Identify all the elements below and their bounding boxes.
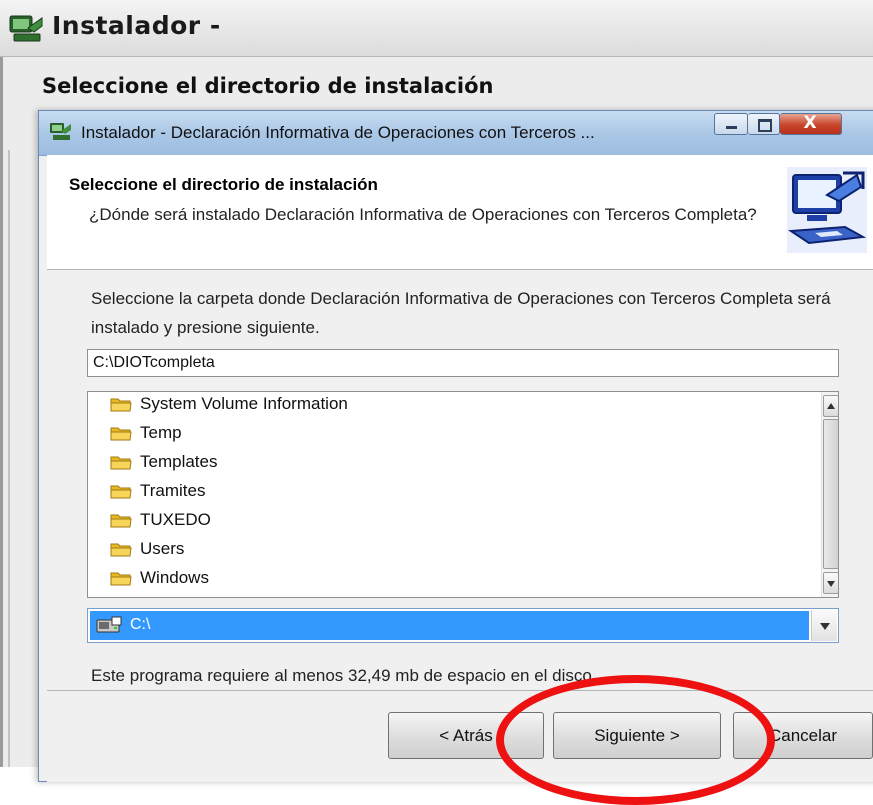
instruction-text: Seleccione la carpeta donde Declaración … — [91, 289, 831, 337]
scroll-up-button[interactable] — [823, 395, 838, 417]
header-title: Seleccione el directorio de instalación — [69, 175, 378, 194]
dialog-titlebar[interactable]: Instalador - Declaración Informativa de … — [39, 111, 873, 156]
folder-item[interactable]: Temp — [110, 418, 182, 447]
folder-icon — [110, 543, 132, 556]
folder-label: Windows — [140, 567, 209, 587]
folder-icon — [110, 572, 132, 585]
back-window-heading: Seleccione el directorio de instalación — [42, 74, 494, 98]
back-window-title: Instalador - — [52, 11, 221, 40]
chevron-down-icon — [820, 623, 830, 630]
folder-label: Users — [140, 538, 185, 558]
installer-app-icon — [50, 123, 71, 140]
back-window-titlebar: Instalador - — [0, 0, 873, 57]
header-subtitle: ¿Dónde será instalado Declaración Inform… — [89, 205, 757, 224]
next-button[interactable]: Siguiente > — [553, 712, 721, 759]
folder-tree-scrollbar[interactable] — [821, 392, 838, 597]
scroll-down-button[interactable] — [823, 572, 838, 594]
dialog-title: Instalador - Declaración Informativa de … — [81, 123, 595, 142]
cancel-button[interactable]: Cancelar — [733, 712, 873, 759]
wizard-footer: < Atrás Siguiente > Cancelar — [47, 690, 873, 782]
minimize-button[interactable] — [714, 113, 748, 135]
wizard-header: Seleccione el directorio de instalación … — [47, 155, 873, 270]
drive-icon — [96, 616, 122, 633]
folder-label: Temp — [140, 422, 182, 442]
drive-select[interactable]: C:\ — [87, 608, 839, 643]
scrollbar-thumb[interactable] — [823, 419, 838, 569]
folder-icon — [110, 485, 132, 498]
scroll-up-arrow-icon — [827, 403, 835, 409]
folder-icon — [110, 398, 132, 411]
drive-dropdown-button[interactable] — [811, 610, 837, 641]
disk-space-note: Este programa requiere al menos 32,49 mb… — [91, 666, 597, 685]
folder-item[interactable]: Windows — [110, 563, 209, 592]
installer-dialog: Instalador - Declaración Informativa de … — [38, 110, 873, 782]
folder-tree[interactable]: System Volume Information Temp Templates… — [87, 391, 839, 598]
close-icon: X — [803, 113, 817, 133]
folder-item[interactable]: System Volume Information — [110, 392, 348, 418]
maximize-icon — [758, 119, 772, 132]
close-button[interactable]: X — [780, 113, 842, 135]
back-button[interactable]: < Atrás — [388, 712, 544, 759]
folder-item[interactable]: Users — [110, 534, 184, 563]
installer-app-icon — [9, 15, 43, 42]
folder-label: Tramites — [140, 480, 206, 500]
folder-item[interactable]: Templates — [110, 447, 217, 476]
folder-label: System Volume Information — [140, 393, 348, 413]
folder-label: TUXEDO — [140, 509, 211, 529]
minimize-icon — [726, 126, 737, 129]
install-path-input[interactable] — [87, 349, 839, 377]
folder-item[interactable]: TUXEDO — [110, 505, 211, 534]
folder-label: Templates — [140, 451, 218, 471]
maximize-button[interactable] — [748, 113, 780, 135]
drive-label: C:\ — [130, 616, 151, 633]
folder-icon — [110, 427, 132, 440]
folder-icon — [110, 456, 132, 469]
wizard-content: Seleccione la carpeta donde Declaración … — [47, 270, 873, 690]
back-window-divider — [8, 150, 10, 767]
folder-item[interactable]: Tramites — [110, 476, 206, 505]
computer-install-icon — [787, 167, 867, 253]
drive-selected-value: C:\ — [90, 611, 809, 640]
folder-icon — [110, 514, 132, 527]
scroll-down-arrow-icon — [827, 581, 835, 587]
